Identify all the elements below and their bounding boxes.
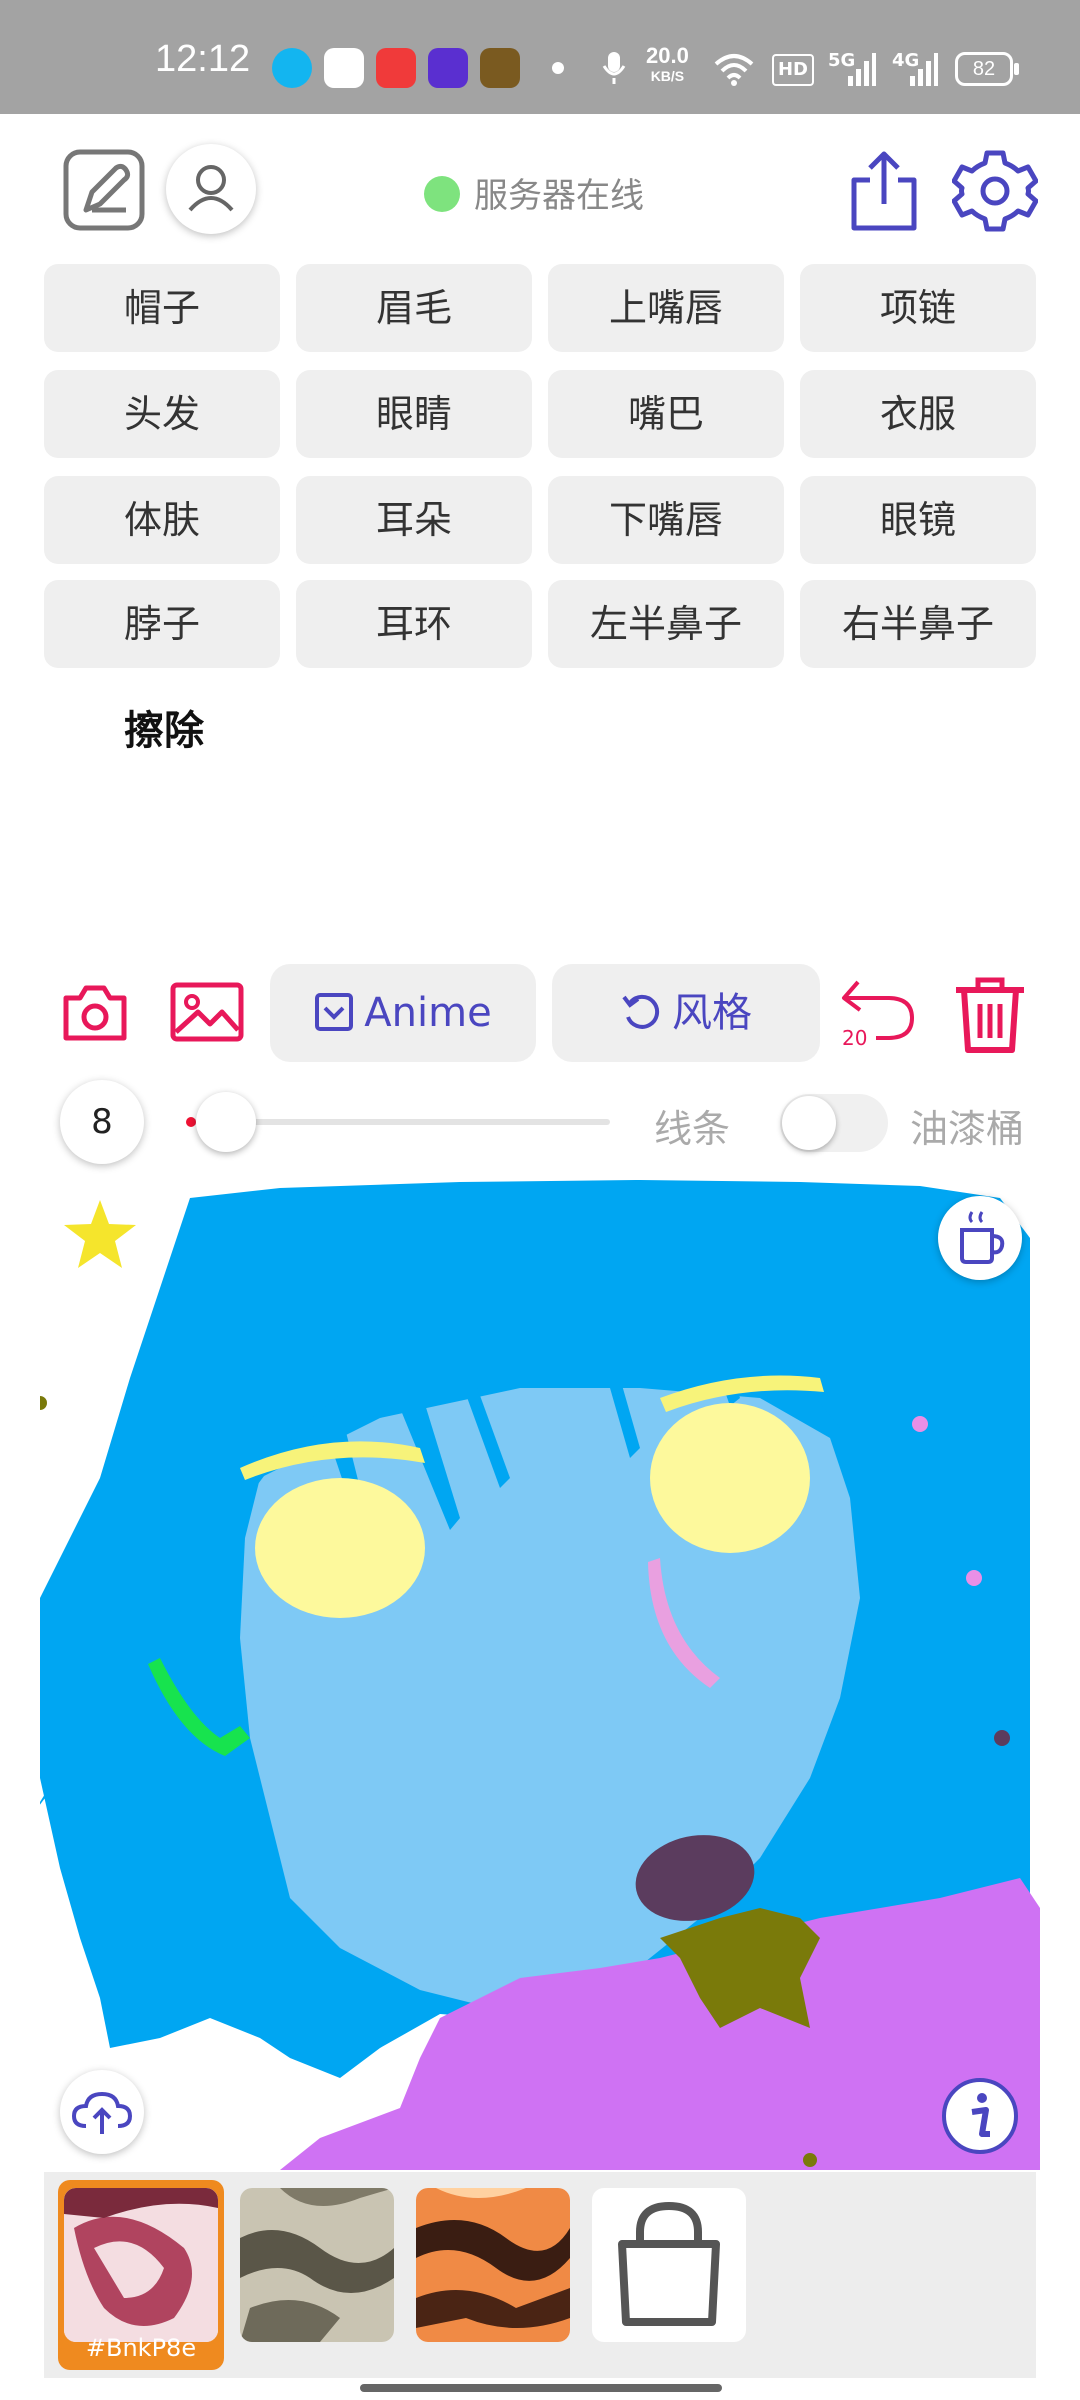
- status-time: 12:12: [155, 38, 251, 80]
- microphone-icon: [602, 52, 626, 84]
- right-eye: [650, 1403, 810, 1553]
- model-label: Anime: [364, 990, 492, 1036]
- part-button-hair[interactable]: 头发: [44, 370, 280, 458]
- refresh-icon: [622, 994, 660, 1029]
- game-app-icon: [480, 48, 520, 88]
- model-select-button[interactable]: Anime: [270, 964, 536, 1062]
- erase-button[interactable]: 擦除: [124, 698, 204, 756]
- line-mode-label: 线条: [654, 1107, 731, 1151]
- share-icon[interactable]: [846, 148, 922, 234]
- part-button-upper-lip[interactable]: 上嘴唇: [548, 264, 784, 352]
- part-button-clothes[interactable]: 衣服: [800, 370, 1036, 458]
- server-status-dot: [424, 175, 460, 212]
- part-button-glasses[interactable]: 眼镜: [800, 476, 1036, 564]
- part-button-eyes[interactable]: 眼睛: [296, 370, 532, 458]
- coffee-icon: [960, 1211, 1005, 1264]
- edit-icon[interactable]: [62, 148, 146, 232]
- user-icon: [188, 165, 234, 212]
- style-store-button[interactable]: [592, 2188, 746, 2342]
- part-button-lower-lip[interactable]: 下嘴唇: [548, 476, 784, 564]
- settings-icon[interactable]: [952, 148, 1038, 234]
- part-button-ears[interactable]: 耳朵: [296, 476, 532, 564]
- trash-icon[interactable]: [950, 974, 1030, 1054]
- server-status: 服务器在线: [424, 168, 644, 217]
- qq-app-icon: [272, 48, 312, 88]
- style-label: 风格: [672, 990, 752, 1036]
- paint-dot: [966, 1570, 982, 1586]
- undo-button[interactable]: 20: [838, 972, 918, 1052]
- style-preview-3: [416, 2188, 570, 2342]
- part-button-eyebrows[interactable]: 眉毛: [296, 264, 532, 352]
- style-refresh-button[interactable]: 风格: [552, 964, 820, 1062]
- upload-button[interactable]: [60, 2070, 144, 2154]
- signal-5g-icon: [848, 53, 876, 86]
- signal-4g-icon: [910, 53, 938, 86]
- style-preview-2: [240, 2188, 394, 2342]
- network-speed: 20.0 KB/S: [646, 43, 689, 86]
- part-button-skin[interactable]: 体肤: [44, 476, 280, 564]
- player-app-icon: [428, 48, 468, 88]
- brush-size-slider-fill: [186, 1117, 196, 1127]
- net-speed-unit: KB/S: [650, 68, 685, 84]
- notification-dot: [552, 62, 564, 74]
- user-button[interactable]: [166, 144, 256, 234]
- part-button-neck[interactable]: 脖子: [44, 580, 280, 668]
- favorite-star-icon[interactable]: [62, 1198, 138, 1270]
- part-button-left-nose[interactable]: 左半鼻子: [548, 580, 784, 668]
- hd-badge: HD: [772, 54, 814, 86]
- style-thumb-3[interactable]: [416, 2188, 570, 2342]
- style-thumb-2[interactable]: [240, 2188, 394, 2342]
- paint-dot: [994, 1730, 1010, 1746]
- video-app-icon: [324, 48, 364, 88]
- left-eye: [255, 1478, 425, 1618]
- brush-size-indicator: 8: [60, 1080, 144, 1164]
- brush-size-slider-thumb[interactable]: [196, 1092, 256, 1152]
- home-indicator[interactable]: [360, 2384, 722, 2392]
- part-button-earrings[interactable]: 耳环: [296, 580, 532, 668]
- drawing-canvas[interactable]: [40, 1178, 1040, 2170]
- part-button-mouth[interactable]: 嘴巴: [548, 370, 784, 458]
- coffee-button[interactable]: [938, 1196, 1022, 1280]
- paint-bucket-toggle-knob[interactable]: [782, 1096, 836, 1150]
- info-icon[interactable]: [940, 2076, 1020, 2156]
- gallery-icon[interactable]: [170, 982, 244, 1042]
- cloud-upload-icon: [71, 2091, 133, 2134]
- part-button-hat[interactable]: 帽子: [44, 264, 280, 352]
- paint-dot: [912, 1416, 928, 1432]
- style-code-1: #BnkP8e: [85, 2334, 197, 2362]
- part-button-necklace[interactable]: 项链: [800, 264, 1036, 352]
- paint-bucket-label: 油漆桶: [910, 1107, 1025, 1151]
- status-bar: 12:12 20.0 KB/S HD 5G 4G 82: [0, 0, 1080, 114]
- dropdown-box-icon: [315, 993, 354, 1031]
- wifi-icon: [714, 54, 754, 86]
- part-button-right-nose[interactable]: 右半鼻子: [800, 580, 1036, 668]
- undo-count: 20: [842, 1026, 868, 1050]
- battery-indicator: 82: [955, 52, 1019, 86]
- shopping-bag-icon: [618, 2201, 720, 2326]
- net-speed-value: 20.0: [646, 43, 689, 68]
- camera-icon[interactable]: [62, 982, 128, 1042]
- music-app-icon: [376, 48, 416, 88]
- server-status-label: 服务器在线: [474, 176, 644, 216]
- paint-dot: [803, 2153, 817, 2167]
- style-thumb-1[interactable]: [64, 2188, 218, 2342]
- style-preview-1: [64, 2188, 218, 2342]
